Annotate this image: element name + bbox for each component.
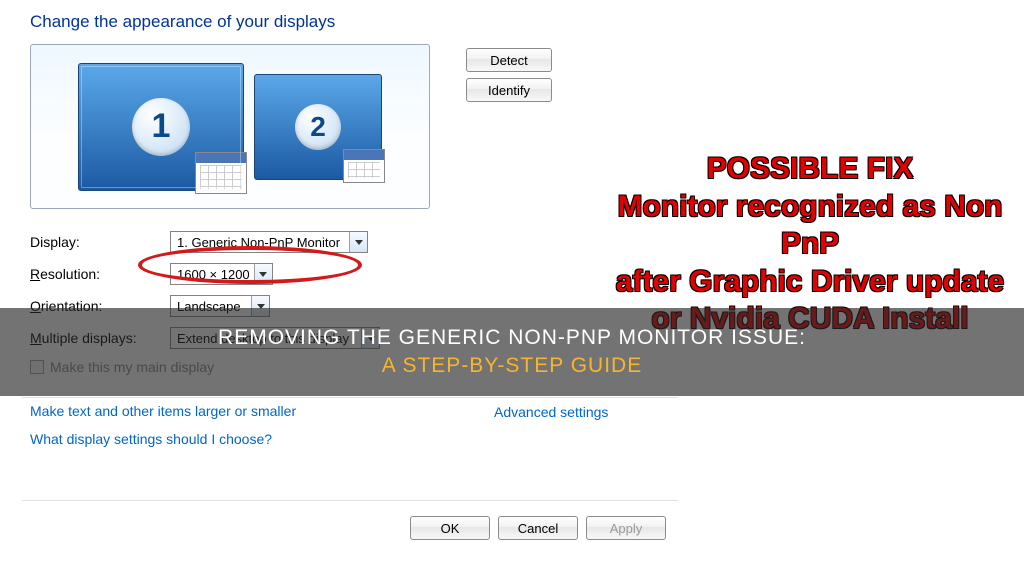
multiple-displays-dropdown[interactable]: Extend desktop to this display — [170, 327, 380, 349]
calendar-icon — [343, 149, 385, 183]
separator — [22, 500, 678, 501]
resolution-value: 1600 × 1200 — [177, 267, 250, 282]
resolution-label: Resolution: — [30, 266, 160, 282]
identify-button[interactable]: Identify — [466, 78, 552, 102]
orientation-label: Orientation: — [30, 298, 160, 314]
chevron-down-icon — [361, 328, 379, 348]
help-link[interactable]: What display settings should I choose? — [30, 431, 670, 447]
display-value: 1. Generic Non-PnP Monitor — [177, 235, 340, 250]
checkbox-icon[interactable] — [30, 360, 44, 374]
monitor-preview-area[interactable]: 1 2 — [30, 44, 430, 209]
multiple-displays-value: Extend desktop to this display — [177, 331, 349, 346]
advanced-settings-link[interactable]: Advanced settings — [494, 404, 608, 420]
calendar-icon — [195, 152, 247, 194]
monitor-1[interactable]: 1 — [78, 63, 244, 191]
chevron-down-icon — [254, 264, 272, 284]
cancel-button[interactable]: Cancel — [498, 516, 578, 540]
monitor-2-badge: 2 — [295, 104, 341, 150]
display-settings-panel: Change the appearance of your displays 1… — [0, 0, 700, 576]
separator — [22, 397, 678, 398]
monitor-1-badge: 1 — [132, 98, 190, 156]
page-title: Change the appearance of your displays — [30, 12, 670, 32]
chevron-down-icon — [251, 296, 269, 316]
ok-button[interactable]: OK — [410, 516, 490, 540]
multiple-displays-label: Multiple displays: — [30, 330, 160, 346]
orientation-dropdown[interactable]: Landscape — [170, 295, 270, 317]
orientation-value: Landscape — [177, 299, 241, 314]
main-display-checkbox-row[interactable]: Make this my main display — [30, 359, 670, 375]
monitor-2[interactable]: 2 — [254, 74, 382, 180]
main-display-label: Make this my main display — [50, 359, 214, 375]
chevron-down-icon — [349, 232, 367, 252]
detect-button[interactable]: Detect — [466, 48, 552, 72]
display-label: Display: — [30, 234, 160, 250]
apply-button[interactable]: Apply — [586, 516, 666, 540]
display-dropdown[interactable]: 1. Generic Non-PnP Monitor — [170, 231, 368, 253]
resolution-dropdown[interactable]: 1600 × 1200 — [170, 263, 273, 285]
